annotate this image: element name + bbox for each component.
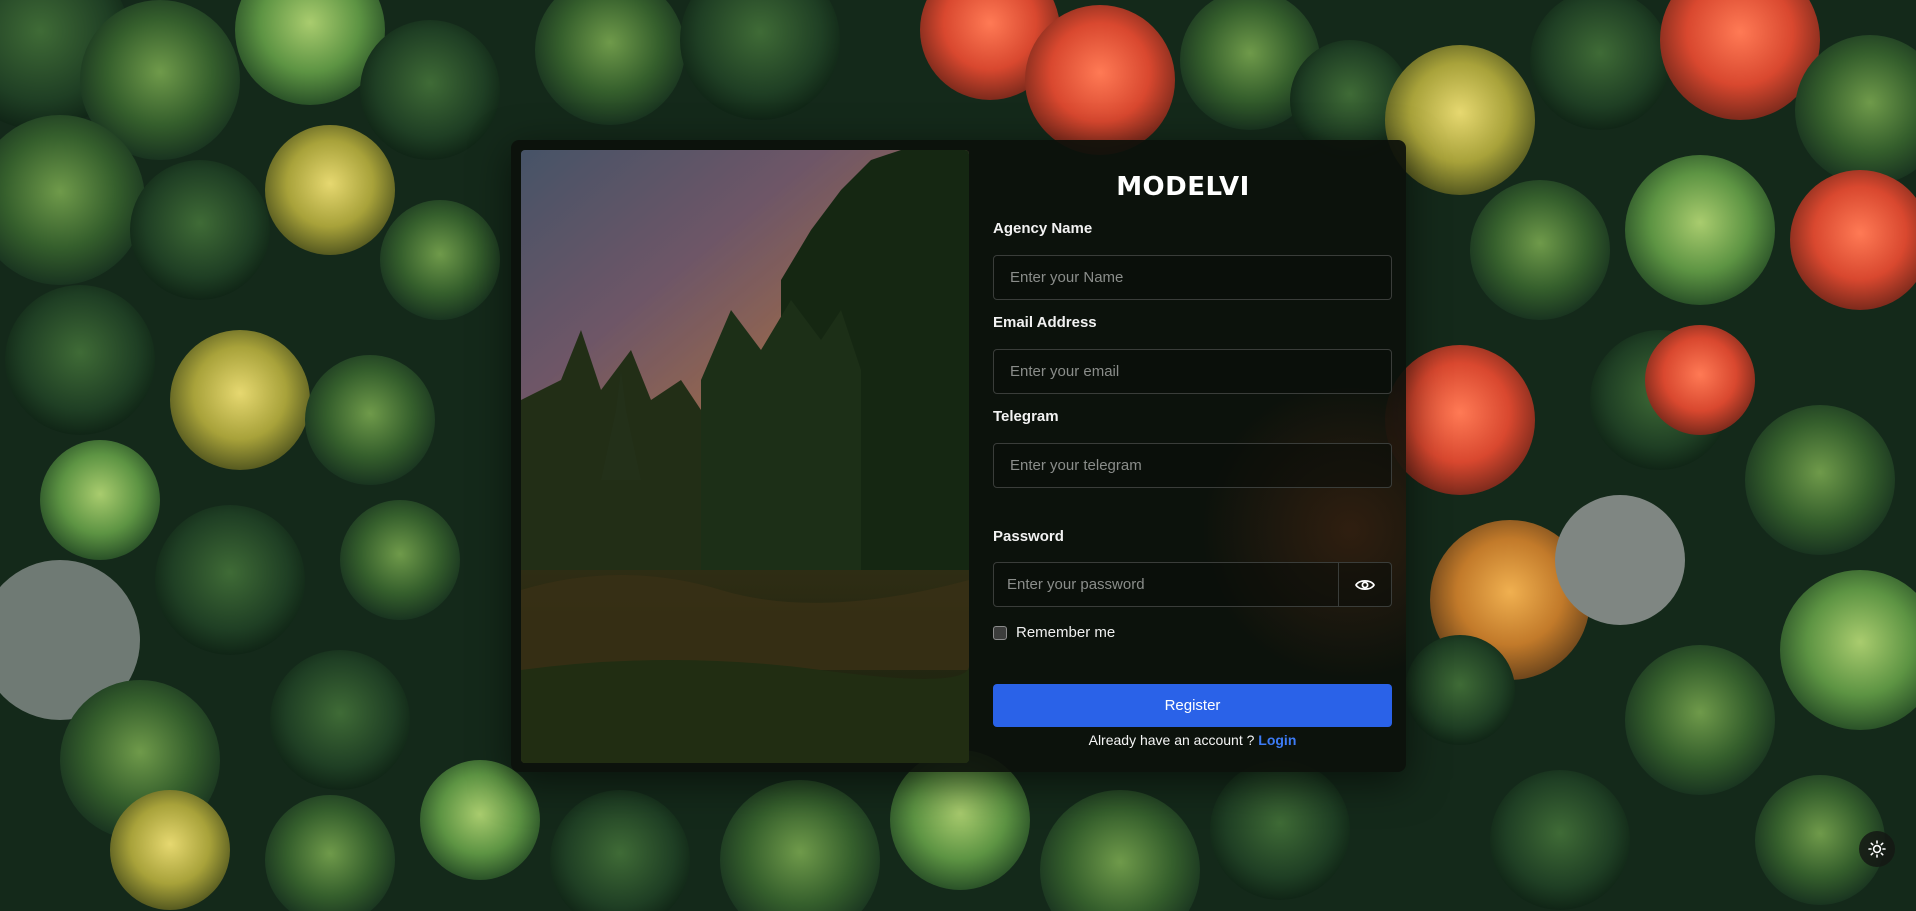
register-button[interactable]: Register: [993, 684, 1392, 727]
register-form: MODELVI Agency Name Email Address Telegr…: [982, 140, 1392, 772]
telegram-input[interactable]: [993, 443, 1392, 488]
telegram-label: Telegram: [993, 408, 1059, 425]
agency-name-label: Agency Name: [993, 220, 1093, 237]
brand-logo: MODELVI: [1116, 172, 1250, 202]
password-field: [993, 562, 1392, 607]
email-input[interactable]: [993, 349, 1392, 394]
email-label: Email Address: [993, 314, 1097, 331]
remember-me[interactable]: Remember me: [993, 624, 1115, 641]
login-link[interactable]: Login: [1258, 732, 1296, 748]
eye-icon: [1355, 579, 1375, 590]
remember-me-label: Remember me: [1016, 624, 1116, 641]
theme-toggle-button[interactable]: [1859, 831, 1895, 867]
sun-icon: [1868, 840, 1886, 858]
remember-me-checkbox[interactable]: [993, 625, 1007, 640]
forest-sunset-image: [521, 150, 969, 763]
password-label: Password: [993, 528, 1064, 545]
agency-name-input[interactable]: [993, 255, 1392, 300]
login-prompt-row: Already have an account ? Login: [993, 732, 1392, 748]
login-prompt-text: Already have an account ?: [1088, 732, 1255, 748]
register-card: MODELVI Agency Name Email Address Telegr…: [511, 140, 1406, 772]
toggle-password-button[interactable]: [1338, 563, 1391, 606]
password-input[interactable]: [994, 563, 1338, 606]
